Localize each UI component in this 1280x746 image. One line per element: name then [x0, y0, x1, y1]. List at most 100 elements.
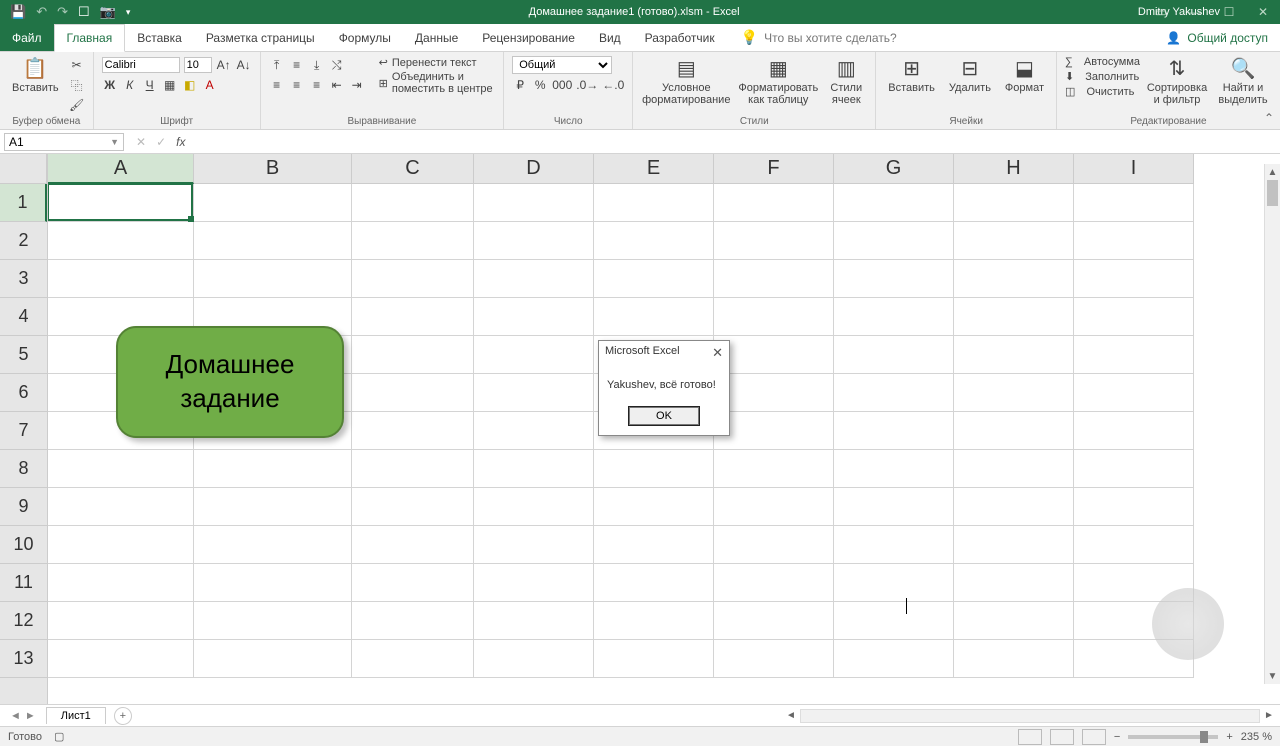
cell-I3[interactable]	[1074, 260, 1194, 298]
format-painter-icon[interactable]: 🖌	[69, 96, 85, 114]
cell-C10[interactable]	[352, 526, 474, 564]
cell-H2[interactable]	[954, 222, 1074, 260]
cell-G7[interactable]	[834, 412, 954, 450]
italic-button[interactable]: К	[122, 76, 138, 94]
close-icon[interactable]: ✕	[1246, 0, 1280, 24]
cell-D6[interactable]	[474, 374, 594, 412]
cell-F11[interactable]	[714, 564, 834, 602]
find-select-button[interactable]: 🔍 Найти и выделить	[1214, 56, 1272, 108]
cell-D11[interactable]	[474, 564, 594, 602]
zoom-out-button[interactable]: −	[1114, 731, 1120, 743]
column-header-H[interactable]: H	[954, 154, 1074, 184]
tab-review[interactable]: Рецензирование	[470, 24, 587, 51]
sort-filter-button[interactable]: ⇅ Сортировка и фильтр	[1146, 56, 1208, 108]
touch-mode-icon[interactable]: ☐	[78, 4, 90, 20]
cell-F3[interactable]	[714, 260, 834, 298]
enter-formula-icon[interactable]: ✓	[156, 135, 166, 149]
cell-D1[interactable]	[474, 184, 594, 222]
cell-G2[interactable]	[834, 222, 954, 260]
cell-C11[interactable]	[352, 564, 474, 602]
cell-I4[interactable]	[1074, 298, 1194, 336]
column-header-A[interactable]: A	[48, 154, 194, 184]
cell-B2[interactable]	[194, 222, 352, 260]
cell-C12[interactable]	[352, 602, 474, 640]
cell-C4[interactable]	[352, 298, 474, 336]
copy-icon[interactable]: ⿻	[69, 76, 85, 94]
cell-B10[interactable]	[194, 526, 352, 564]
column-header-I[interactable]: I	[1074, 154, 1194, 184]
row-header-11[interactable]: 11	[0, 564, 47, 602]
add-sheet-button[interactable]: +	[114, 707, 132, 725]
cell-H9[interactable]	[954, 488, 1074, 526]
row-header-1[interactable]: 1	[0, 184, 47, 222]
decrease-indent-icon[interactable]: ⇤	[329, 76, 345, 94]
camera-icon[interactable]: 📷	[100, 4, 116, 20]
cell-C9[interactable]	[352, 488, 474, 526]
paste-button[interactable]: 📋 Вставить	[8, 56, 63, 96]
column-header-G[interactable]: G	[834, 154, 954, 184]
cell-E1[interactable]	[594, 184, 714, 222]
cell-A12[interactable]	[48, 602, 194, 640]
ribbon-display-icon[interactable]: ▭	[1144, 0, 1178, 24]
cell-F12[interactable]	[714, 602, 834, 640]
tab-view[interactable]: Вид	[587, 24, 633, 51]
cell-G5[interactable]	[834, 336, 954, 374]
cell-G9[interactable]	[834, 488, 954, 526]
row-header-3[interactable]: 3	[0, 260, 47, 298]
cell-A2[interactable]	[48, 222, 194, 260]
cell-F13[interactable]	[714, 640, 834, 678]
bold-button[interactable]: Ж	[102, 76, 118, 94]
fx-icon[interactable]: fx	[176, 135, 185, 149]
zoom-in-button[interactable]: +	[1226, 731, 1232, 743]
hscroll-right-icon[interactable]: ►	[1262, 710, 1276, 721]
cell-C3[interactable]	[352, 260, 474, 298]
cell-E8[interactable]	[594, 450, 714, 488]
align-top-icon[interactable]: ⤒	[269, 56, 285, 74]
decrease-font-icon[interactable]: A↓	[236, 56, 252, 74]
cell-H7[interactable]	[954, 412, 1074, 450]
minimize-icon[interactable]: —	[1178, 0, 1212, 24]
cell-G10[interactable]	[834, 526, 954, 564]
font-size-input[interactable]	[184, 57, 212, 73]
cell-D10[interactable]	[474, 526, 594, 564]
cell-C5[interactable]	[352, 336, 474, 374]
cell-B9[interactable]	[194, 488, 352, 526]
cell-F4[interactable]	[714, 298, 834, 336]
cell-F5[interactable]	[714, 336, 834, 374]
cell-B3[interactable]	[194, 260, 352, 298]
row-header-7[interactable]: 7	[0, 412, 47, 450]
cell-B11[interactable]	[194, 564, 352, 602]
cell-B13[interactable]	[194, 640, 352, 678]
cell-I7[interactable]	[1074, 412, 1194, 450]
cell-I8[interactable]	[1074, 450, 1194, 488]
cell-D8[interactable]	[474, 450, 594, 488]
cell-A9[interactable]	[48, 488, 194, 526]
comma-icon[interactable]: 000	[552, 76, 572, 94]
scroll-thumb[interactable]	[1267, 180, 1278, 206]
zoom-slider[interactable]	[1128, 735, 1218, 739]
cell-H3[interactable]	[954, 260, 1074, 298]
name-box-dropdown-icon[interactable]: ▼	[110, 137, 119, 147]
cell-G11[interactable]	[834, 564, 954, 602]
fill-color-icon[interactable]: ◧	[182, 76, 198, 94]
cell-C8[interactable]	[352, 450, 474, 488]
cell-B12[interactable]	[194, 602, 352, 640]
cell-H8[interactable]	[954, 450, 1074, 488]
align-middle-icon[interactable]: ≡	[289, 56, 305, 74]
scroll-up-icon[interactable]: ▲	[1265, 164, 1280, 180]
cell-I5[interactable]	[1074, 336, 1194, 374]
percent-icon[interactable]: %	[532, 76, 548, 94]
tab-insert[interactable]: Вставка	[125, 24, 194, 51]
align-bottom-icon[interactable]: ⤓	[309, 56, 325, 74]
cell-I2[interactable]	[1074, 222, 1194, 260]
row-header-5[interactable]: 5	[0, 336, 47, 374]
row-header-8[interactable]: 8	[0, 450, 47, 488]
redo-icon[interactable]: ↷	[57, 4, 68, 20]
tab-page-layout[interactable]: Разметка страницы	[194, 24, 327, 51]
cell-I9[interactable]	[1074, 488, 1194, 526]
row-header-9[interactable]: 9	[0, 488, 47, 526]
row-header-13[interactable]: 13	[0, 640, 47, 678]
cell-D12[interactable]	[474, 602, 594, 640]
tab-formulas[interactable]: Формулы	[327, 24, 403, 51]
font-name-input[interactable]	[102, 57, 180, 73]
